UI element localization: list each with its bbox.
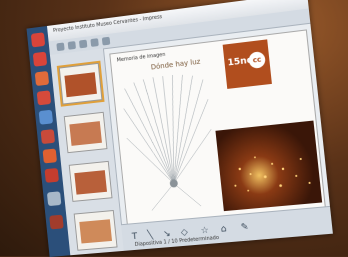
toolbar-button[interactable] xyxy=(67,41,76,50)
night-photo xyxy=(215,120,323,212)
toolbar-button[interactable] xyxy=(90,38,99,47)
radial-diagram xyxy=(119,69,222,212)
app-icon[interactable] xyxy=(42,148,58,164)
projected-screen: Proyecto Instituto Museo Cervantes - Imp… xyxy=(26,0,333,257)
slide-thumbnail[interactable] xyxy=(63,111,108,154)
slide-thumbnail[interactable] xyxy=(68,160,113,202)
app-icon[interactable] xyxy=(34,70,50,87)
brand-logo: 15ndi cc xyxy=(222,39,272,89)
app-icon[interactable] xyxy=(36,90,52,106)
slide-thumbnail[interactable] xyxy=(56,60,105,107)
cc-icon: cc xyxy=(248,50,267,70)
toolbar-button[interactable] xyxy=(78,39,88,49)
app-icon[interactable] xyxy=(44,167,60,183)
slide-thumbnail[interactable] xyxy=(73,209,118,251)
line-icon[interactable]: ╲ xyxy=(147,230,153,240)
app-icon[interactable] xyxy=(46,191,62,207)
app-icon[interactable] xyxy=(38,109,54,125)
pen-icon[interactable]: ✎ xyxy=(240,222,249,233)
app-icon[interactable] xyxy=(40,129,56,145)
house-icon[interactable]: ⌂ xyxy=(220,224,227,235)
toolbar-button[interactable] xyxy=(56,42,65,52)
app-icon[interactable] xyxy=(32,51,48,67)
slide-canvas[interactable]: Memoria de imagen Dónde hay luz 15ndi cc xyxy=(109,29,326,225)
toolbar-button[interactable] xyxy=(101,36,111,46)
app-icon[interactable] xyxy=(30,32,46,48)
shapes-icon[interactable]: ◇ xyxy=(180,227,188,238)
app-icon[interactable] xyxy=(49,214,64,230)
slide-subtitle: Dónde hay luz xyxy=(150,57,201,72)
text-icon[interactable]: T xyxy=(132,232,138,242)
